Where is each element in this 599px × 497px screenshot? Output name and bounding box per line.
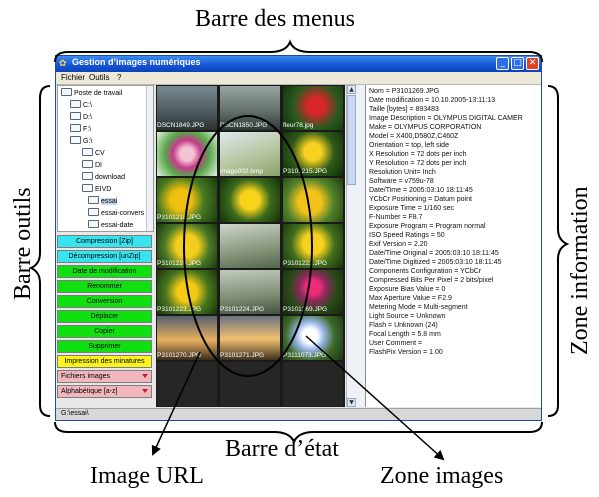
brace-barre-etat (54, 421, 543, 445)
annotation-overlay (28, 39, 570, 461)
brace-zone-information (547, 85, 570, 417)
arrow-zone-images (305, 335, 445, 461)
brace-barre-outils (28, 85, 51, 417)
arrow-image-url (151, 351, 201, 456)
brace-barre-des-menus (54, 39, 543, 63)
highlight-ellipse (183, 115, 313, 377)
